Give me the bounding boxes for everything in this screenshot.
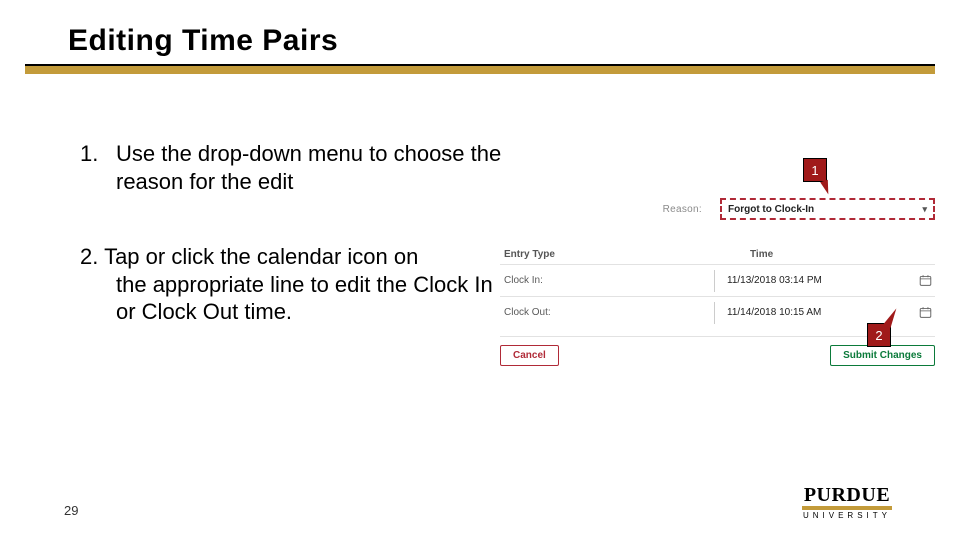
step-1-text: Use the drop-down menu to choose the rea… — [116, 140, 510, 195]
entries-header: Entry Type Time — [500, 240, 935, 264]
slide: Editing Time Pairs 1. Use the drop-down … — [0, 0, 960, 540]
divider — [714, 270, 715, 292]
reason-select[interactable]: Forgot to Clock-In ▾ — [720, 198, 935, 220]
header-entry-type: Entry Type — [500, 249, 750, 260]
step-2-lead: 2. Tap or click the calendar icon on — [80, 244, 418, 269]
step-2-rest: the appropriate line to edit the Clock I… — [80, 271, 510, 326]
callout-1: 1 — [803, 158, 827, 182]
chevron-down-icon: ▾ — [922, 204, 927, 215]
submit-changes-button[interactable]: Submit Changes — [830, 345, 935, 366]
page-number: 29 — [64, 503, 78, 518]
callout-1-tail — [820, 180, 832, 196]
page-title: Editing Time Pairs — [68, 24, 338, 58]
step-2: 2. Tap or click the calendar icon on the… — [80, 243, 510, 326]
divider — [714, 302, 715, 324]
body-text: 1. Use the drop-down menu to choose the … — [80, 140, 510, 326]
logo-brand: PURDUE — [802, 485, 892, 510]
entry-time-value: 11/13/2018 03:14 PM — [727, 275, 915, 286]
entry-type-label: Clock Out: — [500, 307, 714, 318]
step-1-number: 1. — [80, 140, 116, 195]
cancel-button[interactable]: Cancel — [500, 345, 559, 366]
entry-type-label: Clock In: — [500, 275, 714, 286]
step-1: 1. Use the drop-down menu to choose the … — [80, 140, 510, 195]
calendar-icon[interactable] — [919, 306, 932, 319]
reason-value: Forgot to Clock-In — [728, 204, 814, 215]
calendar-icon[interactable] — [919, 274, 932, 287]
reason-panel: Reason: Forgot to Clock-In ▾ — [500, 195, 935, 223]
header-time: Time — [750, 249, 915, 260]
title-underline — [25, 64, 935, 74]
reason-label: Reason: — [500, 204, 720, 215]
purdue-logo: PURDUE UNIVERSITY — [782, 485, 912, 520]
table-row: Clock In: 11/13/2018 03:14 PM — [500, 264, 935, 296]
logo-subtext: UNIVERSITY — [782, 511, 912, 520]
entries-panel: Entry Type Time Clock In: 11/13/2018 03:… — [500, 240, 935, 366]
